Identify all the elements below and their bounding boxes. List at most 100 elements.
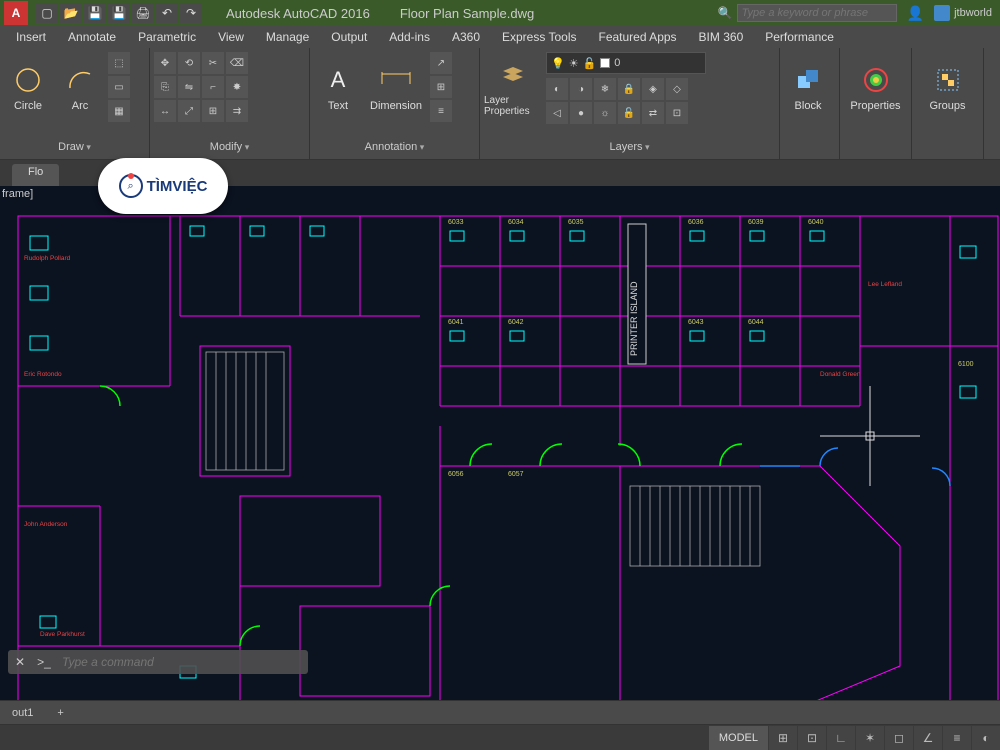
layer-change-icon[interactable]: ⇄ bbox=[642, 102, 664, 124]
layer-make-icon[interactable]: ◈ bbox=[642, 78, 664, 100]
layer-unlock-icon[interactable]: 🔓 bbox=[618, 102, 640, 124]
layer-prev-icon[interactable]: ◁ bbox=[546, 102, 568, 124]
layout-tab-1[interactable]: out1 bbox=[0, 704, 45, 722]
search-input[interactable] bbox=[737, 4, 897, 22]
panel-draw: Circle Arc ⬚ ▭ ▦ Draw bbox=[0, 48, 150, 159]
text-button[interactable]: A Text bbox=[314, 52, 362, 124]
model-space-button[interactable]: MODEL bbox=[709, 726, 768, 750]
svg-text:Dave Parkhurst: Dave Parkhurst bbox=[40, 631, 85, 638]
tab-parametric[interactable]: Parametric bbox=[128, 28, 206, 46]
layer-match-icon[interactable]: ◇ bbox=[666, 78, 688, 100]
leader-icon[interactable]: ↗ bbox=[430, 52, 452, 74]
table-icon[interactable]: ⊞ bbox=[430, 76, 452, 98]
mtext-icon[interactable]: ≡ bbox=[430, 100, 452, 122]
app-logo-icon[interactable]: A bbox=[4, 1, 28, 25]
stretch-icon[interactable]: ↔ bbox=[154, 100, 176, 122]
layer-lock-icon[interactable]: 🔒 bbox=[618, 78, 640, 100]
tab-insert[interactable]: Insert bbox=[6, 28, 56, 46]
application-window: A ▢ 📂 💾 💾 🖨 ↶ ↷ Autodesk AutoCAD 2016 Fl… bbox=[0, 0, 1000, 750]
svg-text:Eric Rotondo: Eric Rotondo bbox=[24, 371, 62, 378]
snap-icon[interactable]: ⊡ bbox=[798, 726, 826, 750]
osnap-icon[interactable]: ◻ bbox=[885, 726, 913, 750]
layer-properties-button[interactable]: Layer Properties bbox=[484, 52, 542, 124]
tab-performance[interactable]: Performance bbox=[755, 28, 844, 46]
erase-icon[interactable]: ⌫ bbox=[226, 52, 248, 74]
rotate-icon[interactable]: ⟲ bbox=[178, 52, 200, 74]
layer-dropdown[interactable]: 💡 ☀ 🔓 0 bbox=[546, 52, 706, 74]
scale-icon[interactable]: ⤢ bbox=[178, 100, 200, 122]
tab-output[interactable]: Output bbox=[321, 28, 377, 46]
tab-bim360[interactable]: BIM 360 bbox=[689, 28, 754, 46]
svg-text:6056: 6056 bbox=[448, 471, 464, 478]
layer-on-icon[interactable]: ● bbox=[570, 102, 592, 124]
polar-icon[interactable]: ✶ bbox=[856, 726, 884, 750]
ribbon-tabs: Insert Annotate Parametric View Manage O… bbox=[0, 26, 1000, 48]
command-close-icon[interactable]: ✕ bbox=[8, 650, 32, 674]
signin-icon[interactable]: 👤 bbox=[901, 5, 930, 22]
svg-text:Rudolph Pollard: Rudolph Pollard bbox=[24, 255, 71, 262]
lock-icon: 🔓 bbox=[583, 57, 597, 70]
layer-walk-icon[interactable]: ⊡ bbox=[666, 102, 688, 124]
document-tab-active[interactable]: Flo bbox=[12, 164, 59, 186]
svg-text:6041: 6041 bbox=[448, 319, 464, 326]
saveas-icon[interactable]: 💾 bbox=[108, 3, 130, 23]
polyline-icon[interactable]: ⬚ bbox=[108, 52, 130, 74]
transparency-icon[interactable]: ◐ bbox=[972, 726, 1000, 750]
block-button[interactable]: Block bbox=[784, 52, 832, 124]
user-badge[interactable]: jtbworld bbox=[934, 5, 992, 21]
layer-off-icon[interactable]: ◐ bbox=[546, 78, 568, 100]
properties-icon bbox=[860, 64, 892, 96]
panel-title-annotation[interactable]: Annotation bbox=[314, 139, 475, 155]
layer-iso-icon[interactable]: ◑ bbox=[570, 78, 592, 100]
ortho-icon[interactable]: ∟ bbox=[827, 726, 855, 750]
circle-button[interactable]: Circle bbox=[4, 52, 52, 124]
mirror-icon[interactable]: ⇋ bbox=[178, 76, 200, 98]
panel-title-draw[interactable]: Draw bbox=[4, 139, 145, 155]
offset-icon[interactable]: ⇉ bbox=[226, 100, 248, 122]
tab-annotate[interactable]: Annotate bbox=[58, 28, 126, 46]
dimension-icon bbox=[380, 64, 412, 96]
status-bar: MODEL ⊞ ⊡ ∟ ✶ ◻ ∠ ≡ ◐ bbox=[0, 724, 1000, 750]
save-icon[interactable]: 💾 bbox=[84, 3, 106, 23]
command-line[interactable]: ✕ >_ bbox=[8, 650, 308, 674]
arc-button[interactable]: Arc bbox=[56, 52, 104, 124]
array-icon[interactable]: ⊞ bbox=[202, 100, 224, 122]
tab-addins[interactable]: Add-ins bbox=[379, 28, 440, 46]
groups-button[interactable]: Groups bbox=[916, 52, 979, 124]
redo-icon[interactable]: ↷ bbox=[180, 3, 202, 23]
explode-icon[interactable]: ✸ bbox=[226, 76, 248, 98]
tab-a360[interactable]: A360 bbox=[442, 28, 490, 46]
properties-button[interactable]: Properties bbox=[844, 52, 907, 124]
tab-manage[interactable]: Manage bbox=[256, 28, 319, 46]
otrack-icon[interactable]: ∠ bbox=[914, 726, 942, 750]
command-input[interactable] bbox=[56, 655, 308, 669]
dimension-button[interactable]: Dimension bbox=[366, 52, 426, 124]
copy-icon[interactable]: ⎘ bbox=[154, 76, 176, 98]
trim-icon[interactable]: ✂ bbox=[202, 52, 224, 74]
new-icon[interactable]: ▢ bbox=[36, 3, 58, 23]
panel-layers: Layer Properties 💡 ☀ 🔓 0 ◐ ◑ ❄ 🔒 bbox=[480, 48, 780, 159]
layout-tab-add[interactable]: + bbox=[45, 704, 75, 722]
lineweight-icon[interactable]: ≡ bbox=[943, 726, 971, 750]
grid-icon[interactable]: ⊞ bbox=[769, 726, 797, 750]
panel-title-modify[interactable]: Modify bbox=[154, 139, 305, 155]
open-icon[interactable]: 📂 bbox=[60, 3, 82, 23]
svg-text:6036: 6036 bbox=[688, 219, 704, 226]
printer-island-label: PRINTER ISLAND bbox=[629, 281, 639, 356]
layer-freeze-icon[interactable]: ❄ bbox=[594, 78, 616, 100]
tab-view[interactable]: View bbox=[208, 28, 254, 46]
drawing-canvas[interactable]: frame] bbox=[0, 186, 1000, 700]
plot-icon[interactable]: 🖨 bbox=[132, 3, 154, 23]
hatch-icon[interactable]: ▦ bbox=[108, 100, 130, 122]
rectangle-icon[interactable]: ▭ bbox=[108, 76, 130, 98]
fillet-icon[interactable]: ⌐ bbox=[202, 76, 224, 98]
circle-icon bbox=[12, 64, 44, 96]
text-icon: A bbox=[322, 64, 354, 96]
layer-thaw-icon[interactable]: ☼ bbox=[594, 102, 616, 124]
undo-icon[interactable]: ↶ bbox=[156, 3, 178, 23]
move-icon[interactable]: ✥ bbox=[154, 52, 176, 74]
current-layer-label: 0 bbox=[614, 57, 620, 69]
tab-express[interactable]: Express Tools bbox=[492, 28, 586, 46]
tab-featured[interactable]: Featured Apps bbox=[588, 28, 686, 46]
panel-title-layers[interactable]: Layers bbox=[484, 139, 775, 155]
